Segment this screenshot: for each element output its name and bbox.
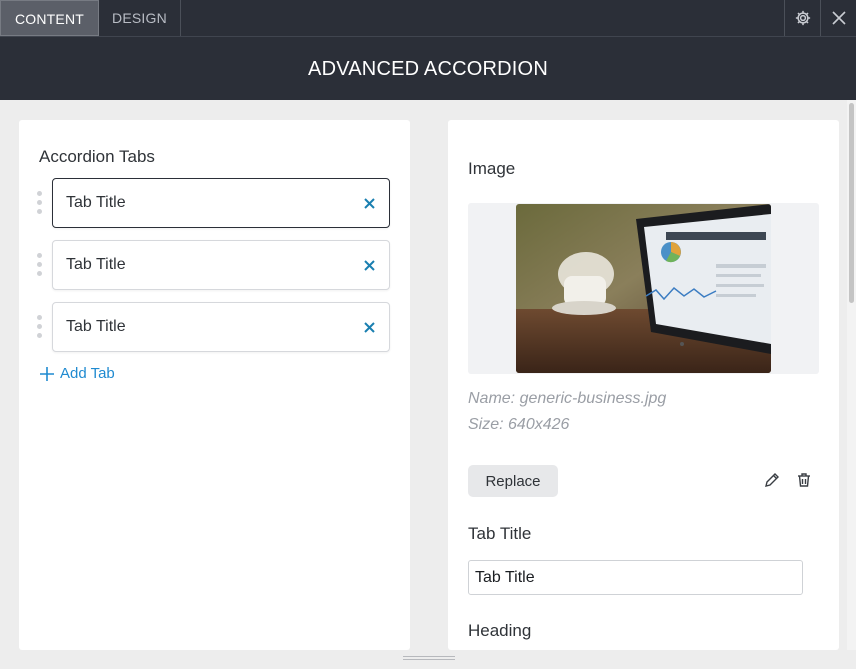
drag-handle-icon[interactable]	[37, 253, 45, 279]
replace-button[interactable]: Replace	[468, 465, 558, 497]
gear-icon	[795, 10, 810, 26]
scrollbar[interactable]	[847, 100, 856, 650]
remove-tab-button[interactable]	[359, 193, 379, 213]
heading-label: Heading	[468, 621, 532, 640]
drag-handle-icon[interactable]	[37, 191, 45, 217]
x-icon	[363, 197, 375, 209]
tab-title-input[interactable]	[468, 560, 803, 595]
edit-image-button[interactable]	[762, 470, 782, 490]
accordion-item-3[interactable]: Tab Title	[52, 302, 390, 352]
accordion-item-2[interactable]: Tab Title	[52, 240, 390, 290]
close-button[interactable]	[820, 0, 856, 36]
tab-content[interactable]: CONTENT	[0, 0, 99, 36]
x-icon	[363, 259, 375, 271]
tab-settings-panel: Image Name: generic-business.jpg Size: 6…	[448, 120, 839, 650]
pencil-icon	[765, 473, 779, 487]
accordion-item-1[interactable]: Tab Title	[52, 178, 390, 228]
resize-handle[interactable]	[403, 656, 455, 662]
add-tab-label: Add Tab	[60, 365, 115, 382]
plus-icon	[40, 366, 54, 381]
image-name: Name: generic-business.jpg	[468, 390, 667, 407]
accordion-item-label: Tab Title	[66, 318, 126, 335]
top-bar: CONTENT DESIGN	[0, 0, 856, 37]
drag-handle-icon[interactable]	[37, 315, 45, 341]
accordion-tabs-title: Accordion Tabs	[39, 147, 155, 166]
x-icon	[363, 321, 375, 333]
accordion-item-label: Tab Title	[66, 256, 126, 273]
remove-tab-button[interactable]	[359, 255, 379, 275]
remove-tab-button[interactable]	[359, 317, 379, 337]
trash-icon	[798, 473, 810, 487]
image-section-title: Image	[468, 159, 516, 178]
delete-image-button[interactable]	[794, 470, 814, 490]
accordion-item-label: Tab Title	[66, 194, 126, 211]
settings-button[interactable]	[784, 0, 820, 36]
add-tab-button[interactable]: Add Tab	[40, 365, 115, 382]
scrollbar-thumb[interactable]	[849, 103, 854, 303]
tab-design[interactable]: DESIGN	[99, 0, 181, 36]
tab-title-label: Tab Title	[468, 524, 532, 543]
image-preview[interactable]	[468, 203, 819, 374]
accordion-tabs-panel: Accordion Tabs Tab Title Tab Title Tab T…	[19, 120, 410, 650]
close-icon	[831, 11, 846, 25]
image-thumbnail	[516, 204, 771, 373]
image-size: Size: 640x426	[468, 416, 570, 433]
page-title: ADVANCED ACCORDION	[0, 37, 856, 100]
